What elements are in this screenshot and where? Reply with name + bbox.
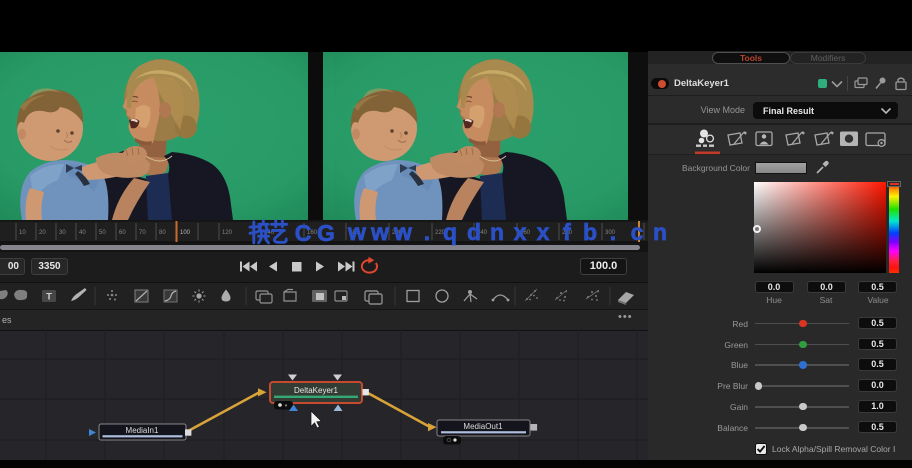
svg-text:w: w xyxy=(370,219,389,245)
svg-text:c: c xyxy=(631,219,644,245)
svg-text:q: q xyxy=(443,219,457,245)
svg-text:n: n xyxy=(490,219,504,245)
svg-text:f: f xyxy=(563,219,571,245)
svg-text:.: . xyxy=(424,219,430,245)
svg-text:.: . xyxy=(610,219,616,245)
svg-text:w: w xyxy=(393,219,412,245)
svg-text:x: x xyxy=(514,219,527,245)
svg-text:d: d xyxy=(467,219,481,245)
svg-text:C: C xyxy=(295,220,312,246)
svg-text:G: G xyxy=(317,220,335,246)
svg-text:w: w xyxy=(347,219,366,245)
svg-text:b: b xyxy=(583,219,597,245)
svg-text:x: x xyxy=(537,219,550,245)
svg-text:n: n xyxy=(653,219,667,245)
